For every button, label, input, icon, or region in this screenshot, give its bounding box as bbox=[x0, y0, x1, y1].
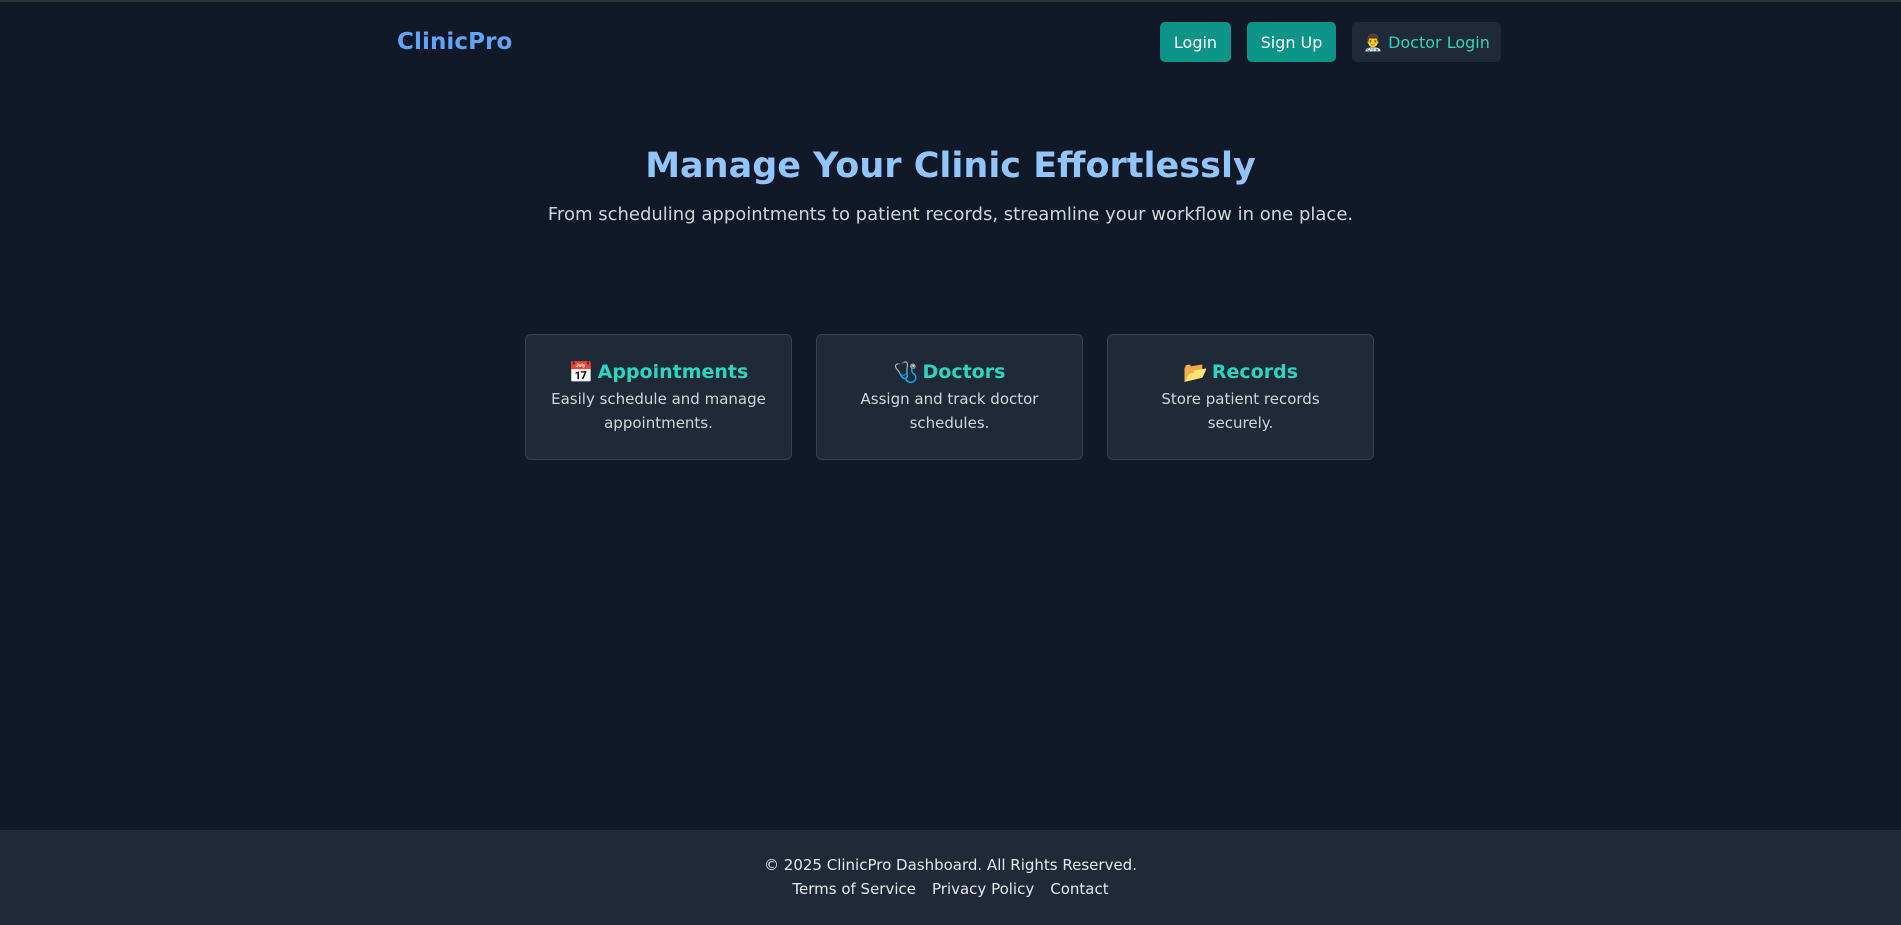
calendar-icon: 📅 bbox=[568, 360, 594, 384]
hero-title: Manage Your Clinic Effortlessly bbox=[645, 146, 1256, 186]
feature-card-description: Store patient records securely. bbox=[1161, 390, 1320, 432]
site-footer: © 2025 ClinicPro Dashboard. All Rights R… bbox=[0, 830, 1901, 925]
doctor-login-button[interactable]: 👨‍⚕️ Doctor Login bbox=[1352, 22, 1501, 62]
folder-icon: 📂 bbox=[1182, 360, 1208, 384]
doctor-login-label: Doctor Login bbox=[1388, 32, 1490, 52]
doctor-icon: 👨‍⚕️ bbox=[1363, 32, 1384, 52]
feature-card-appointments: 📅 Appointments Easily schedule and manag… bbox=[525, 334, 792, 460]
signup-button[interactable]: Sign Up bbox=[1247, 22, 1336, 62]
site-header: ClinicPro Login Sign Up 👨‍⚕️ Doctor Logi… bbox=[397, 22, 1501, 62]
feature-card-title: 🩺 Doctors bbox=[817, 359, 1082, 385]
feature-card-title: 📅 Appointments bbox=[526, 359, 791, 385]
top-border bbox=[0, 0, 1901, 2]
contact-link[interactable]: Contact bbox=[1050, 879, 1108, 899]
hero-section: Manage Your Clinic Effortlessly From sch… bbox=[0, 142, 1901, 228]
login-button[interactable]: Login bbox=[1160, 22, 1231, 62]
brand-logo[interactable]: ClinicPro bbox=[397, 29, 512, 55]
feature-card-description: Easily schedule and manage appointments. bbox=[551, 390, 766, 432]
privacy-link[interactable]: Privacy Policy bbox=[932, 879, 1034, 899]
feature-card-records: 📂 Records Store patient records securely… bbox=[1107, 334, 1374, 460]
footer-links: Terms of Service Privacy Policy Contact bbox=[0, 879, 1901, 899]
terms-link[interactable]: Terms of Service bbox=[792, 879, 916, 899]
landing-page: ClinicPro Login Sign Up 👨‍⚕️ Doctor Logi… bbox=[0, 0, 1901, 925]
feature-cards: 📅 Appointments Easily schedule and manag… bbox=[525, 334, 1374, 460]
feature-card-title-text: Records bbox=[1211, 361, 1299, 383]
hero-subtitle: From scheduling appointments to patient … bbox=[547, 204, 1354, 225]
header-nav: Login Sign Up 👨‍⚕️ Doctor Login bbox=[1160, 22, 1501, 62]
feature-card-description: Assign and track doctor schedules. bbox=[860, 390, 1039, 432]
feature-card-title: 📂 Records bbox=[1108, 359, 1373, 385]
stethoscope-icon: 🩺 bbox=[893, 360, 919, 384]
feature-card-title-text: Doctors bbox=[922, 361, 1006, 383]
copyright-text: © 2025 ClinicPro Dashboard. All Rights R… bbox=[764, 856, 1137, 874]
feature-card-doctors: 🩺 Doctors Assign and track doctor schedu… bbox=[816, 334, 1083, 460]
feature-card-title-text: Appointments bbox=[597, 361, 749, 383]
